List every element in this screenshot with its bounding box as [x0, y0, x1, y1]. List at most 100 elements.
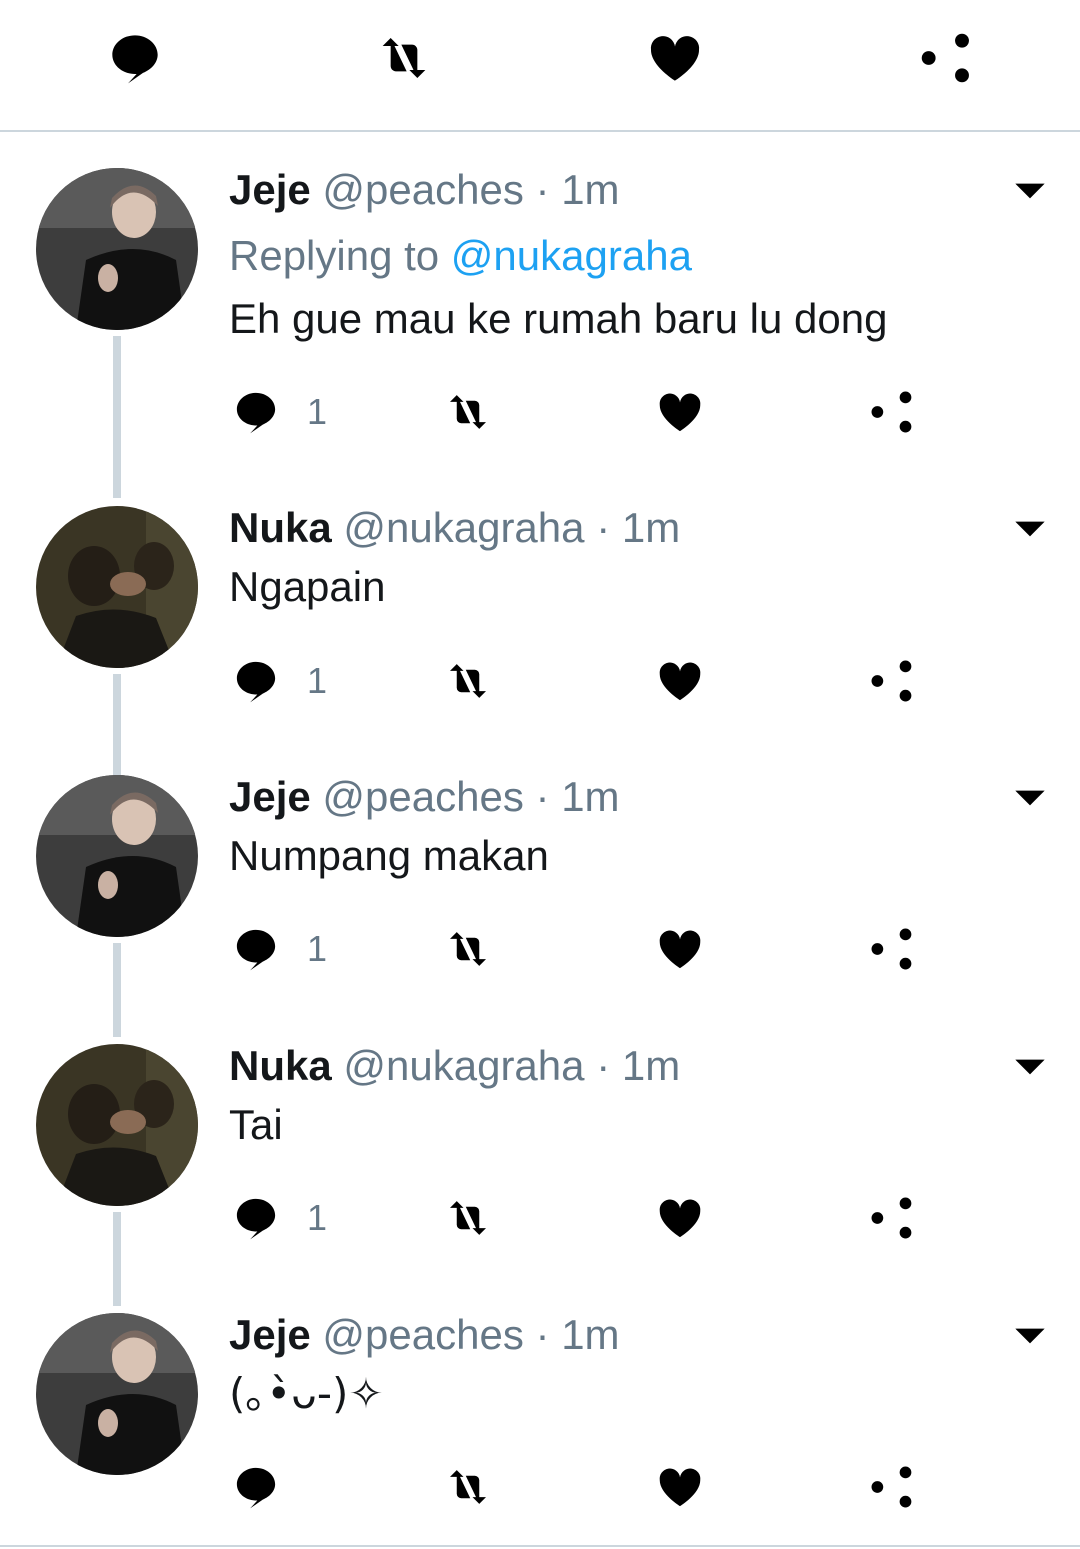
timestamp[interactable]: 1m [622, 504, 680, 551]
user-handle[interactable]: @nukagraha [343, 1042, 584, 1089]
tweet-menu-button[interactable] [1008, 1319, 1052, 1353]
avatar[interactable] [36, 506, 198, 668]
share-button[interactable] [865, 919, 919, 979]
retweet-icon [441, 922, 495, 976]
thread-line [113, 1212, 121, 1306]
like-button[interactable] [643, 26, 707, 90]
comment-icon [103, 26, 167, 90]
retweet-icon [441, 1191, 495, 1245]
chevron-down-icon [1008, 1050, 1052, 1084]
comment-icon [229, 922, 283, 976]
retweet-button[interactable] [441, 919, 495, 979]
avatar[interactable] [36, 1313, 198, 1475]
timestamp[interactable]: 1m [561, 1311, 619, 1358]
tweet-text: Tai [229, 1101, 283, 1148]
jeje-avatar [36, 168, 198, 330]
tweet-actions: 1 [229, 919, 949, 979]
heart-icon [653, 922, 707, 976]
user-handle[interactable]: @peaches [322, 166, 523, 213]
separator: · [535, 1311, 550, 1358]
retweet-button[interactable] [441, 382, 495, 442]
comment-icon [229, 654, 283, 708]
tweet-menu-button[interactable] [1008, 781, 1052, 815]
user-handle[interactable]: @peaches [322, 1311, 523, 1358]
heart-icon [653, 654, 707, 708]
retweet-button[interactable] [441, 651, 495, 711]
jeje-avatar [36, 775, 198, 937]
reply-button[interactable]: 1 [229, 651, 327, 711]
tweet-actions: 1 [229, 382, 949, 442]
separator: · [596, 1042, 611, 1089]
reply-count: 1 [307, 660, 328, 701]
separator: · [535, 166, 550, 213]
heart-icon [653, 1191, 707, 1245]
display-name[interactable]: Jeje [229, 1311, 311, 1358]
avatar[interactable] [36, 168, 198, 330]
chevron-down-icon [1008, 174, 1052, 208]
comment-icon [229, 385, 283, 439]
display-name[interactable]: Nuka [229, 504, 332, 551]
share-icon [865, 385, 919, 439]
tweet-actions [229, 1457, 949, 1517]
tweet-text: Ngapain [229, 563, 386, 610]
retweet-icon [441, 385, 495, 439]
avatar[interactable] [36, 775, 198, 937]
timestamp[interactable]: 1m [561, 166, 619, 213]
share-icon [865, 654, 919, 708]
like-button[interactable] [653, 651, 707, 711]
separator: · [535, 773, 550, 820]
chevron-down-icon [1008, 512, 1052, 546]
reply-button[interactable]: 1 [229, 919, 327, 979]
share-button[interactable] [865, 651, 919, 711]
retweet-button[interactable] [441, 1188, 495, 1248]
reply-count: 1 [307, 928, 328, 969]
share-button[interactable] [865, 1457, 919, 1517]
like-button[interactable] [653, 919, 707, 979]
tweet-actions: 1 [229, 651, 949, 711]
tweet-menu-button[interactable] [1008, 1050, 1052, 1084]
retweet-button[interactable] [441, 1457, 495, 1517]
comment-icon [229, 1460, 283, 1514]
reply-count: 1 [307, 391, 328, 432]
tweet-header: Nuka @nukagraha · 1m [229, 1044, 680, 1088]
reply-button[interactable]: 1 [229, 1188, 327, 1248]
heart-icon [653, 385, 707, 439]
share-icon [865, 922, 919, 976]
tweet-header: Jeje @peaches · 1m [229, 168, 620, 212]
nuka-avatar [36, 1044, 198, 1206]
chevron-down-icon [1008, 781, 1052, 815]
reply-button[interactable]: 1 [229, 382, 327, 442]
display-name[interactable]: Nuka [229, 1042, 332, 1089]
timestamp[interactable]: 1m [622, 1042, 680, 1089]
share-button[interactable] [865, 382, 919, 442]
share-icon [865, 1191, 919, 1245]
share-icon [865, 1460, 919, 1514]
display-name[interactable]: Jeje [229, 773, 311, 820]
display-name[interactable]: Jeje [229, 166, 311, 213]
share-button[interactable] [865, 1188, 919, 1248]
nuka-avatar [36, 506, 198, 668]
tweet-header: Jeje @peaches · 1m [229, 1313, 620, 1357]
reply-button[interactable] [103, 26, 167, 90]
replying-to: Replying to @nukagraha [229, 232, 692, 280]
user-handle[interactable]: @nukagraha [343, 504, 584, 551]
like-button[interactable] [653, 1188, 707, 1248]
like-button[interactable] [653, 1457, 707, 1517]
reply-button[interactable] [229, 1457, 307, 1517]
heart-icon [643, 26, 707, 90]
mention-link[interactable]: @nukagraha [451, 232, 692, 279]
avatar[interactable] [36, 1044, 198, 1206]
user-handle[interactable]: @peaches [322, 773, 523, 820]
tweet-menu-button[interactable] [1008, 512, 1052, 546]
retweet-icon [441, 654, 495, 708]
retweet-button[interactable] [372, 26, 436, 90]
tweet-menu-button[interactable] [1008, 174, 1052, 208]
like-button[interactable] [653, 382, 707, 442]
timestamp[interactable]: 1m [561, 773, 619, 820]
replying-label: Replying to [229, 232, 440, 279]
tweet-header: Jeje @peaches · 1m [229, 775, 620, 819]
tweet-actions: 1 [229, 1188, 949, 1248]
tweet-text: (｡•̀ᴗ-)✧ [229, 1369, 384, 1418]
share-button[interactable] [914, 26, 978, 90]
jeje-avatar [36, 1313, 198, 1475]
